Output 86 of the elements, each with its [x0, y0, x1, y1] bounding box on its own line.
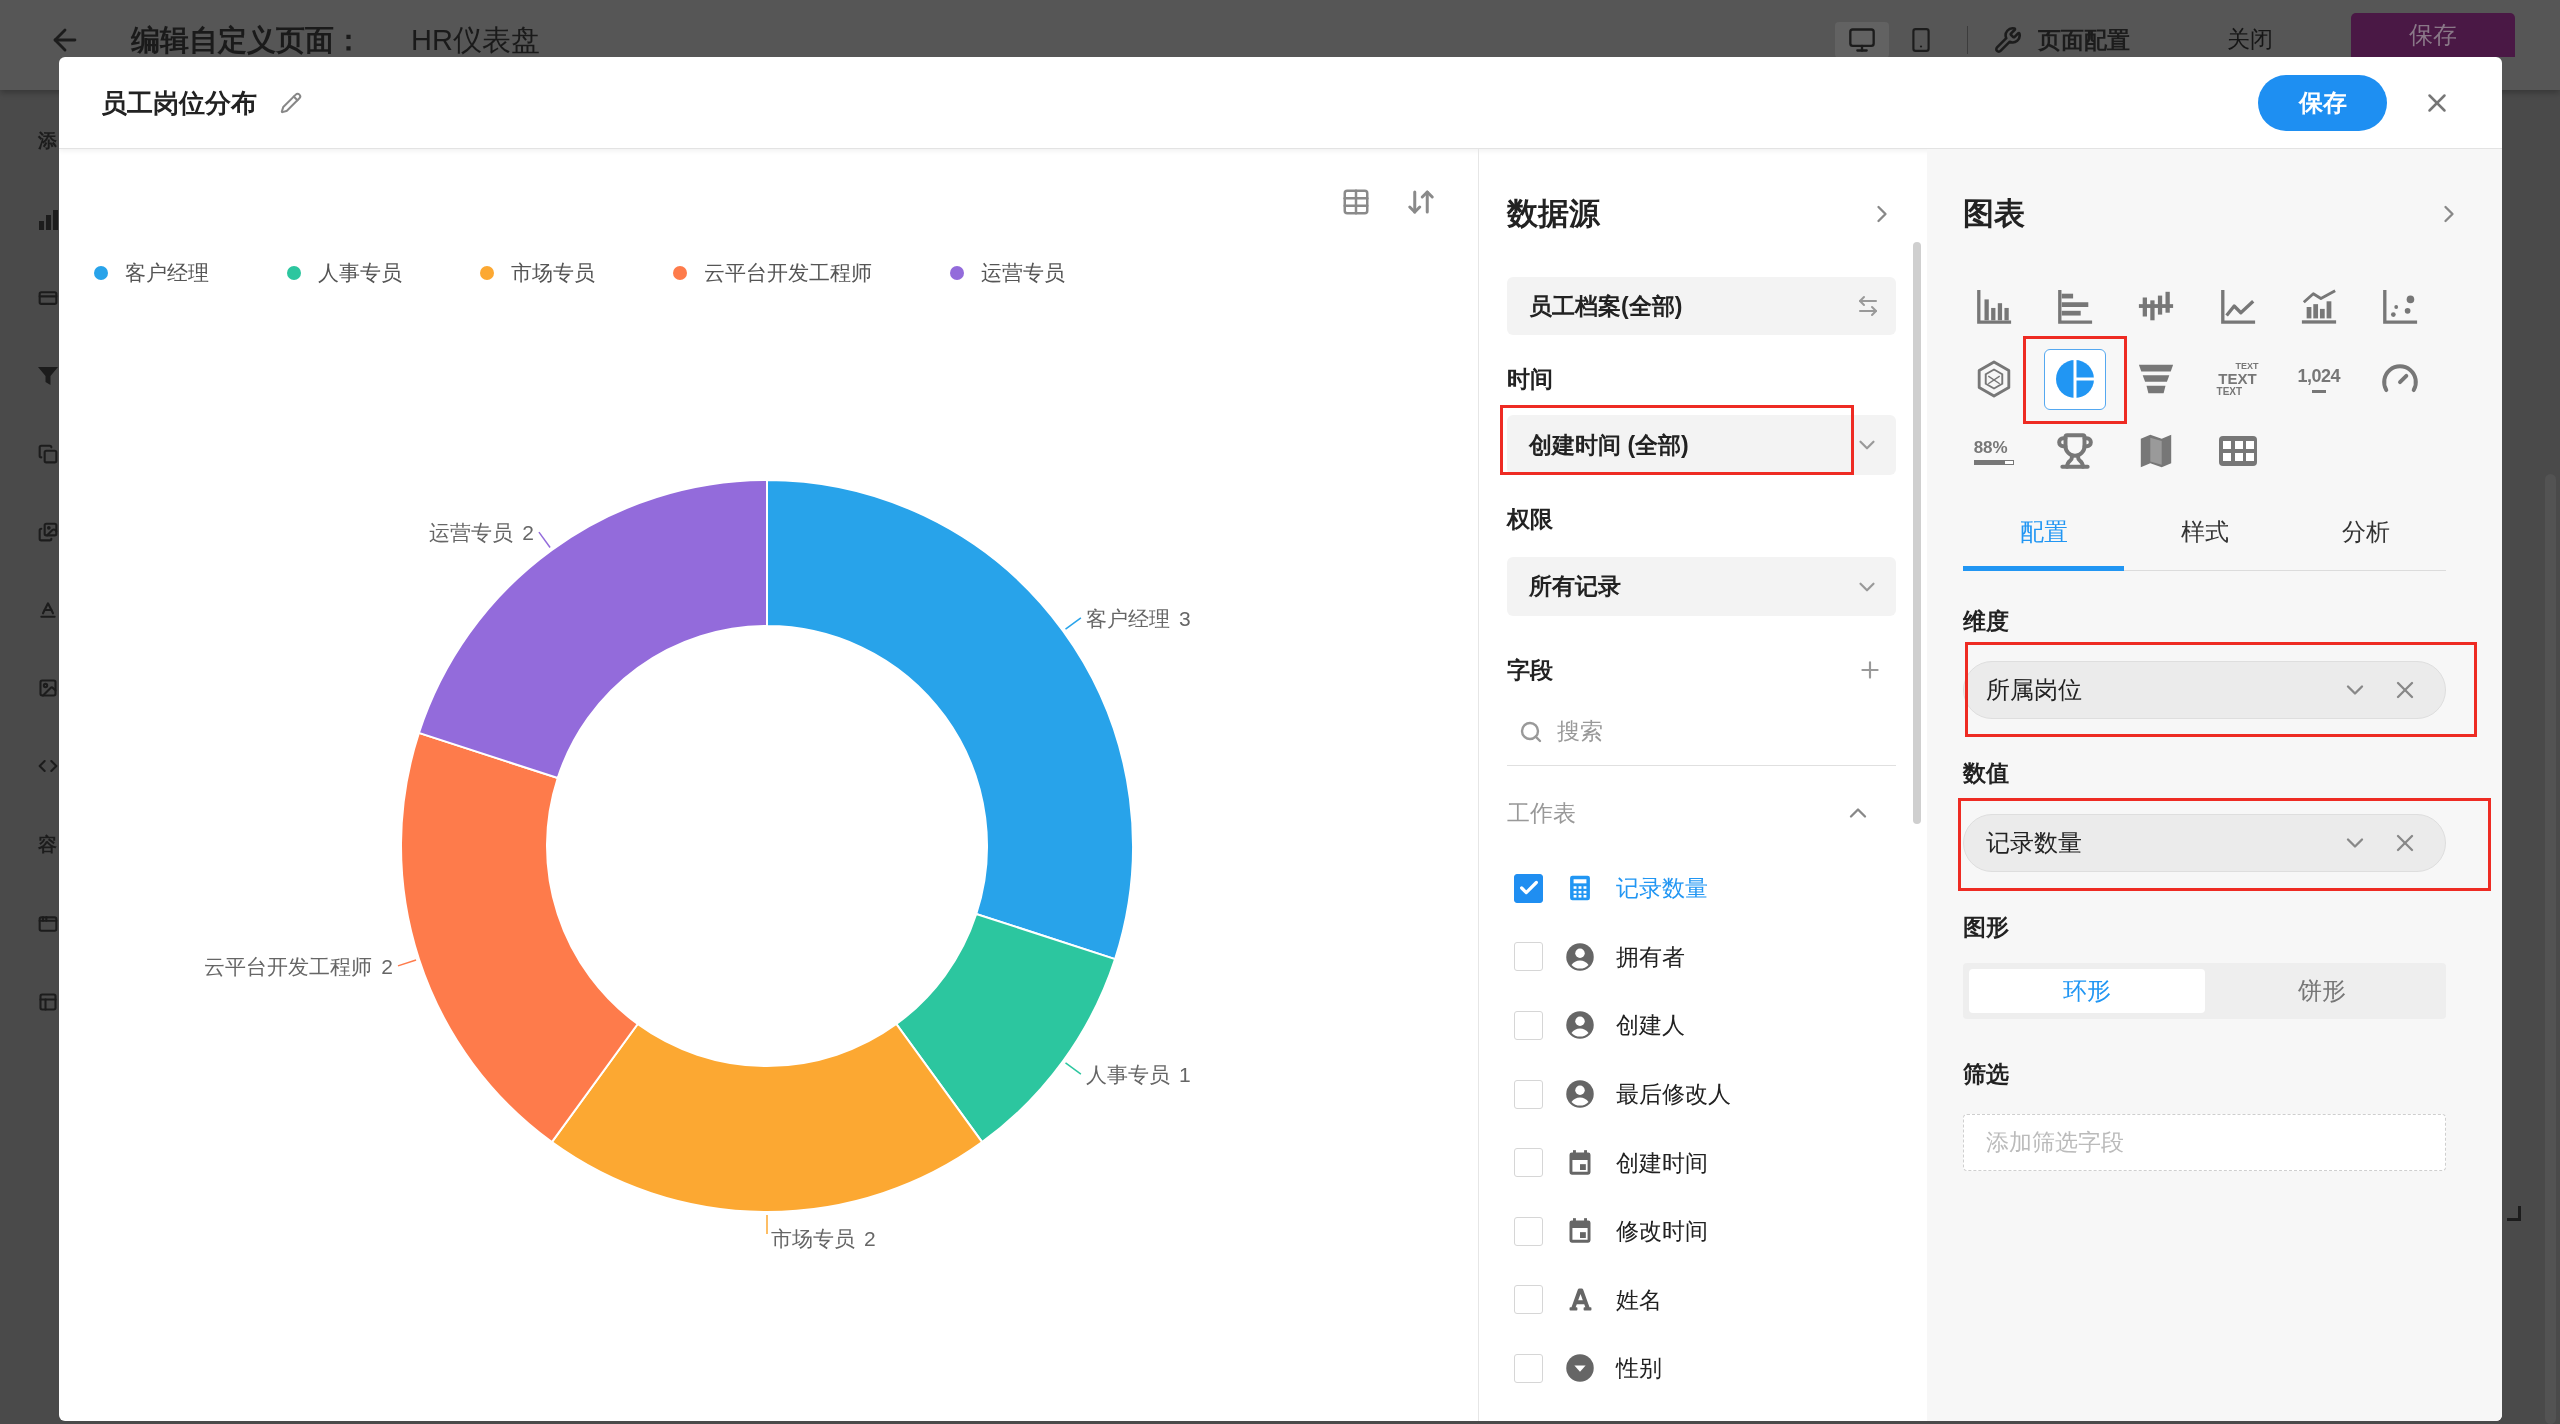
pie-chart-icon [2054, 359, 2095, 399]
letter-a-icon [1567, 1287, 1593, 1313]
leader-line [1064, 617, 1082, 630]
group-label: 工作表 [1507, 799, 1576, 828]
swap-icon[interactable] [1856, 294, 1880, 318]
page-name: HR仪表盘 [411, 23, 540, 56]
field-label: 数值 [1963, 759, 2010, 788]
field-name[interactable]: 修改时间 [1616, 1219, 1708, 1244]
category-label: 客户经理 [1085, 606, 1170, 630]
card-icon[interactable] [38, 288, 58, 308]
browser-window-icon[interactable] [38, 914, 58, 934]
sort-icon[interactable] [1406, 187, 1436, 217]
field-label: 维度 [1963, 607, 2010, 636]
layout-icon[interactable] [38, 992, 58, 1012]
chart-type-option[interactable]: 88% [1962, 420, 2025, 482]
page-heading: 编辑自定义页面： [131, 23, 363, 56]
image-icon[interactable] [38, 678, 58, 698]
scatter-chart-icon [2381, 288, 2420, 326]
tab[interactable]: 样式 [2124, 497, 2285, 571]
value-label: 2 [381, 954, 393, 978]
value-label: 3 [1178, 606, 1191, 630]
category-label: 人事专员 [1085, 1062, 1170, 1086]
category-label: 云平台开发工程师 [204, 954, 373, 978]
field-name[interactable]: 创建人 [1616, 1013, 1685, 1038]
user-icon [1565, 1079, 1595, 1110]
panel-title: 图表 [1963, 195, 2025, 233]
field-name[interactable]: 创建时间 [1616, 1150, 1708, 1175]
combo-chart-icon [2299, 288, 2338, 326]
text-format-icon[interactable] [38, 600, 58, 620]
scrollbar-thumb[interactable] [1913, 242, 1921, 824]
chart-type-option[interactable] [2043, 348, 2106, 410]
filter-icon[interactable] [38, 366, 58, 386]
data-source-select[interactable]: 员工档案(全部) [1507, 277, 1896, 335]
field-select[interactable]: 所属岗位 [1963, 661, 2446, 719]
wrench-icon[interactable] [1994, 25, 2022, 54]
value-label: 1 [1178, 1062, 1191, 1086]
category-label: 运营专员 [429, 520, 514, 544]
leader-line [1064, 1062, 1082, 1075]
tab[interactable]: 分析 [2285, 497, 2446, 571]
field-name[interactable]: 性别 [1616, 1356, 1662, 1381]
desktop-icon [1848, 25, 1876, 54]
legend-label: 云平台开发工程师 [704, 260, 872, 286]
legend-label: 人事专员 [318, 260, 402, 286]
permission-select[interactable]: 所有记录 [1507, 557, 1896, 616]
panel-title: 数据源 [1507, 195, 1600, 233]
field-label: 时间 [1507, 365, 1554, 394]
value-label: 2 [864, 1226, 876, 1250]
field-label: 权限 [1507, 505, 1554, 534]
leader-line [397, 959, 417, 967]
field-name[interactable]: 拥有者 [1616, 944, 1685, 969]
segment-option[interactable]: 饼形 [2204, 969, 2440, 1013]
leader-line [766, 1214, 768, 1235]
checkbox[interactable] [1514, 873, 1543, 903]
user-icon [1565, 1010, 1595, 1041]
legend-label: 市场专员 [511, 260, 595, 286]
search-input[interactable]: 搜索 [1557, 713, 1896, 750]
filter-field[interactable]: 添加筛选字段 [1963, 1114, 2446, 1171]
line-chart-icon [2218, 288, 2257, 326]
time-select[interactable]: 创建时间 (全部) [1507, 415, 1896, 475]
dropdown-circle-icon [1565, 1353, 1595, 1384]
chart-type-option[interactable]: 1,024 [2287, 348, 2350, 410]
search-icon [1519, 719, 1543, 744]
field-label: 字段 [1507, 656, 1553, 685]
bar-chart-icon [1974, 288, 2013, 326]
chart-type-option[interactable]: TEXT TEXT TEXT [2206, 348, 2269, 410]
user-icon [1565, 941, 1595, 972]
legend-label: 客户经理 [125, 260, 209, 286]
images-icon[interactable] [38, 522, 58, 542]
edit-icon[interactable] [280, 91, 302, 114]
bar-chart-icon[interactable] [38, 210, 58, 230]
device-toggle[interactable] [1835, 21, 1889, 58]
value-label: 2 [522, 520, 534, 544]
table-icon[interactable] [1341, 187, 1371, 217]
dialog-title: 员工岗位分布 [101, 86, 257, 119]
resize-handle-icon[interactable] [2507, 1206, 2521, 1221]
leader-line [538, 531, 551, 549]
field-name[interactable]: 姓名 [1616, 1287, 1662, 1312]
field-select[interactable]: 记录数量 [1963, 814, 2446, 872]
field-label: 筛选 [1963, 1060, 2010, 1089]
field-name[interactable]: 最后修改人 [1616, 1082, 1731, 1107]
copy-icon[interactable] [38, 444, 58, 464]
legend-label: 运营专员 [981, 260, 1065, 286]
horizontal-bar-chart-icon [2055, 288, 2094, 326]
field-label: 图形 [1963, 913, 2010, 942]
trophy-icon [2055, 432, 2094, 470]
category-label: 市场专员 [771, 1226, 855, 1250]
